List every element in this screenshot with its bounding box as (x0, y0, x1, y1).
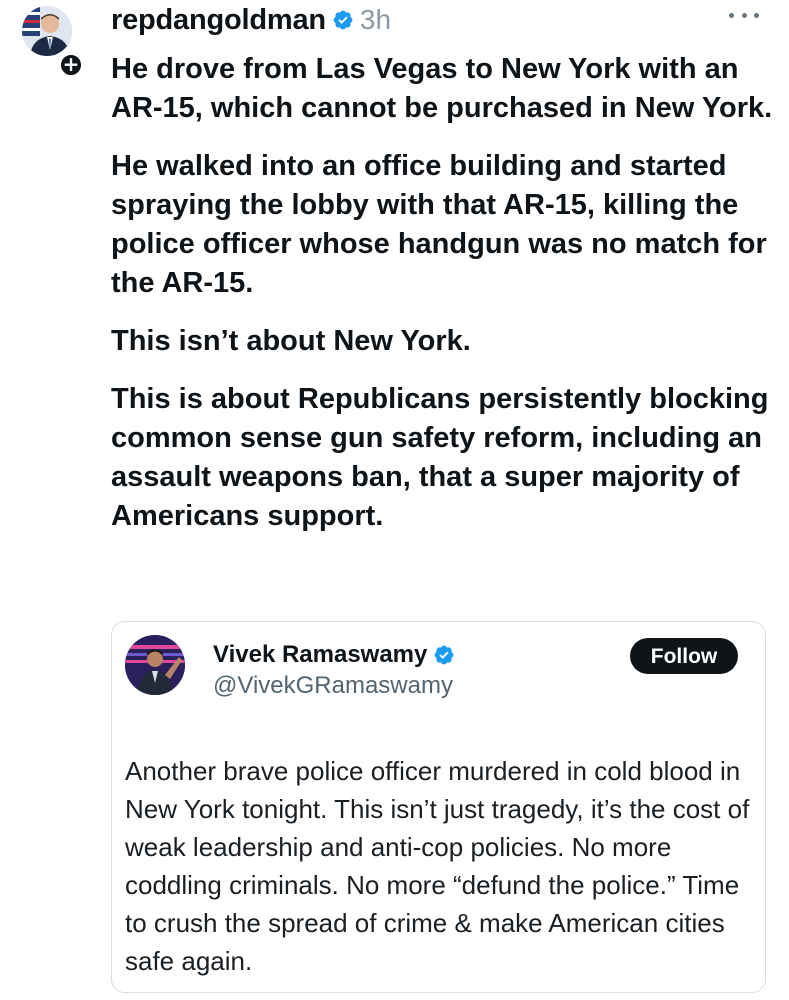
verified-badge-icon (333, 10, 353, 30)
avatar[interactable] (22, 6, 72, 56)
quoted-author-name[interactable]: Vivek Ramaswamy (213, 641, 427, 669)
author-avatar-container[interactable]: + (22, 6, 84, 78)
follow-plus-icon[interactable]: + (58, 52, 84, 78)
quoted-post-text: Another brave police officer murdered in… (125, 756, 750, 976)
more-options-icon[interactable] (729, 8, 759, 22)
quoted-post-card[interactable]: Vivek Ramaswamy @VivekGRamaswamy Follow … (111, 621, 766, 993)
post-paragraph: He drove from Las Vegas to New York with… (111, 53, 773, 124)
post-paragraph: This is about Republicans persistently b… (111, 383, 769, 532)
quoted-author-handle[interactable]: @VivekGRamaswamy (213, 672, 453, 700)
post-header: repdangoldman 3h (111, 0, 391, 40)
post: + repdangoldman 3h He drove from Las Veg… (0, 0, 789, 1000)
follow-button[interactable]: Follow (630, 638, 738, 674)
quoted-author-avatar[interactable] (125, 635, 185, 695)
post-time[interactable]: 3h (360, 4, 391, 36)
post-paragraph: This isn’t about New York. (111, 325, 471, 357)
verified-badge-icon (434, 645, 454, 665)
quoted-author-name-row: Vivek Ramaswamy (213, 641, 455, 669)
post-paragraph: He walked into an office building and st… (111, 150, 767, 299)
post-body: He drove from Las Vegas to New York with… (111, 50, 781, 555)
author-username[interactable]: repdangoldman (111, 4, 326, 37)
